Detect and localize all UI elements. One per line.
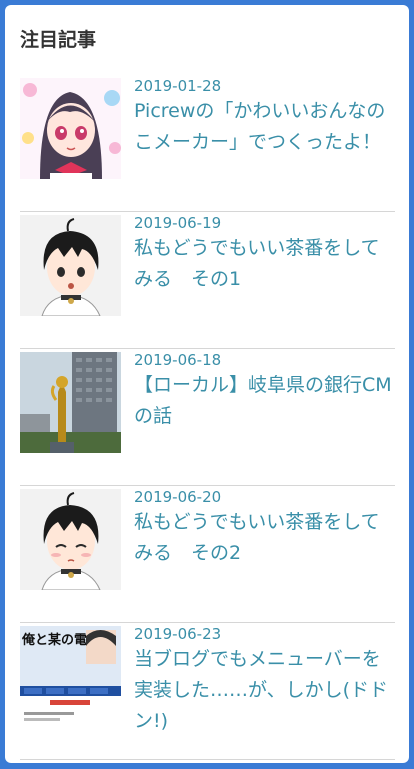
article-date: 2019-01-28: [134, 77, 222, 95]
avatar-boy-sleeping-icon[interactable]: [20, 489, 121, 590]
article-date: 2019-06-18: [134, 351, 222, 369]
article-title-link[interactable]: 私もどうでもいい茶番をしてみる その1: [134, 233, 392, 295]
avatar-boy-icon[interactable]: [20, 215, 121, 316]
widget-heading: 注目記事: [20, 29, 97, 51]
article-meta: 2019-01-28 Picrewの「かわいいおんなのこメーカー」でつくったよ！: [134, 75, 392, 158]
article-item[interactable]: 2019-06-18 【ローカル】岐阜県の銀行CMの話: [20, 349, 395, 486]
article-date: 2019-06-23: [134, 625, 222, 643]
article-meta: 2019-06-18 【ローカル】岐阜県の銀行CMの話: [134, 349, 392, 432]
article-item[interactable]: 2019-06-20 私もどうでもいい茶番をしてみる その2: [20, 486, 395, 623]
article-title-link[interactable]: 当ブログでもメニューバーを実装した……が、しかし(ドドン!): [134, 644, 392, 737]
article-item[interactable]: 2019-06-19 私もどうでもいい茶番をしてみる その1: [20, 212, 395, 349]
article-item[interactable]: 2019-01-28 Picrewの「かわいいおんなのこメーカー」でつくったよ！: [20, 75, 395, 212]
article-date: 2019-06-19: [134, 214, 222, 232]
anime-girl-icon[interactable]: [20, 78, 121, 179]
featured-articles-widget: 注目記事 2019-01-28 Picrewの「かわいいおんなのこメーカー」でつ…: [5, 5, 409, 763]
article-item[interactable]: 俺と某の電撃戦 2019-06-23 当ブログでもメニューバーを実装した……が、…: [20, 623, 395, 760]
article-title-link[interactable]: Picrewの「かわいいおんなのこメーカー」でつくったよ！: [134, 96, 392, 158]
blog-screenshot-icon[interactable]: 俺と某の電撃戦: [20, 626, 121, 727]
article-meta: 2019-06-23 当ブログでもメニューバーを実装した……が、しかし(ドドン!…: [134, 623, 392, 737]
article-meta: 2019-06-20 私もどうでもいい茶番をしてみる その2: [134, 486, 392, 569]
article-date: 2019-06-20: [134, 488, 222, 506]
article-title-link[interactable]: 【ローカル】岐阜県の銀行CMの話: [134, 370, 392, 432]
article-title-link[interactable]: 私もどうでもいい茶番をしてみる その2: [134, 507, 392, 569]
article-meta: 2019-06-19 私もどうでもいい茶番をしてみる その1: [134, 212, 392, 295]
statue-photo-icon[interactable]: [20, 352, 121, 453]
